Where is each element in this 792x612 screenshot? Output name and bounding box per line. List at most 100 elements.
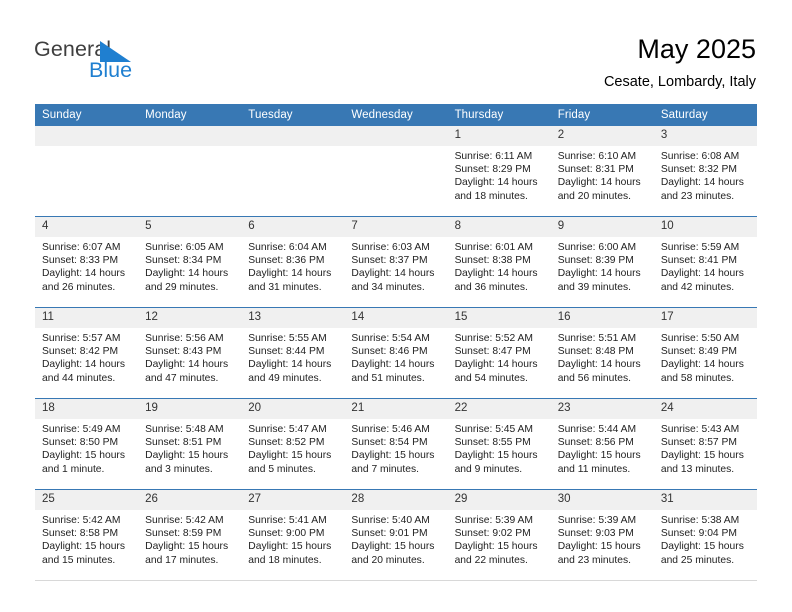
- sunset-time: Sunset: 8:33 PM: [42, 255, 119, 267]
- calendar-day-cell[interactable]: 13 Sunrise: 5:55 AM Sunset: 8:44 PM Dayligh…: [241, 307, 345, 399]
- day-sun-details: Sunrise: 5:54 AM Sunset: 8:46 PM Daylight:…: [344, 328, 447, 385]
- calendar-day-cell[interactable]: 5 Sunrise: 6:05 AM Sunset: 8:34 PM Daylight…: [138, 216, 242, 308]
- day-sun-details: Sunrise: 5:59 AM Sunset: 8:41 PM Daylight:…: [654, 237, 757, 294]
- daylight-duration-line1: Daylight: 14 hours: [145, 268, 229, 280]
- daylight-duration-line2: and 39 minutes.: [557, 281, 631, 293]
- daylight-duration-line1: Daylight: 14 hours: [557, 268, 641, 280]
- day-sun-details: Sunrise: 6:01 AM Sunset: 8:38 PM Daylight:…: [448, 237, 551, 294]
- sunset-time: Sunset: 8:44 PM: [248, 346, 325, 358]
- day-number: 6: [241, 217, 345, 237]
- calendar-day-cell[interactable]: 1 Sunrise: 6:11 AM Sunset: 8:29 PM Daylight…: [447, 126, 551, 217]
- calendar-day-cell[interactable]: 7 Sunrise: 6:03 AM Sunset: 8:37 PM Daylight…: [344, 216, 448, 308]
- day-sun-details: Sunrise: 6:04 AM Sunset: 8:36 PM Daylight:…: [241, 237, 344, 294]
- calendar-day-cell[interactable]: 14 Sunrise: 5:54 AM Sunset: 8:46 PM Dayligh…: [344, 307, 448, 399]
- sunrise-time: Sunrise: 5:52 AM: [454, 333, 533, 344]
- daylight-duration-line2: and 13 minutes.: [660, 463, 735, 475]
- day-sun-details: Sunrise: 5:41 AM Sunset: 9:00 PM Daylight:…: [241, 510, 344, 567]
- daylight-duration-line2: and 44 minutes.: [42, 372, 116, 384]
- weekday-header-monday: Monday: [138, 104, 242, 126]
- calendar-day-cell[interactable]: 9 Sunrise: 6:00 AM Sunset: 8:39 PM Daylight…: [550, 216, 654, 308]
- logo-text-blue: Blue: [89, 58, 133, 82]
- calendar-day-cell[interactable]: 26 Sunrise: 5:42 AM Sunset: 8:59 PM Dayligh…: [138, 489, 242, 581]
- calendar-day-cell[interactable]: 11 Sunrise: 5:57 AM Sunset: 8:42 PM Dayligh…: [35, 307, 139, 399]
- calendar-day-cell[interactable]: 4 Sunrise: 6:07 AM Sunset: 8:33 PM Daylight…: [35, 216, 139, 308]
- day-cell-inner: 14 Sunrise: 5:54 AM Sunset: 8:46 PM Dayligh…: [344, 308, 448, 398]
- day-cell-inner: 19 Sunrise: 5:48 AM Sunset: 8:51 PM Dayligh…: [138, 399, 242, 489]
- day-number: 19: [138, 399, 242, 419]
- calendar-empty-cell: [344, 126, 448, 217]
- day-sun-details: Sunrise: 5:46 AM Sunset: 8:54 PM Daylight:…: [344, 419, 447, 476]
- calendar-day-cell[interactable]: 8 Sunrise: 6:01 AM Sunset: 8:38 PM Daylight…: [447, 216, 551, 308]
- calendar-day-cell[interactable]: 31 Sunrise: 5:38 AM Sunset: 9:04 PM Dayligh…: [653, 489, 757, 581]
- sunrise-time: Sunrise: 5:50 AM: [660, 333, 740, 344]
- calendar-day-cell[interactable]: 16 Sunrise: 5:51 AM Sunset: 8:48 PM Dayligh…: [550, 307, 654, 399]
- calendar-day-cell[interactable]: 30 Sunrise: 5:39 AM Sunset: 9:03 PM Dayligh…: [550, 489, 654, 581]
- daylight-duration-line2: and 9 minutes.: [454, 463, 523, 475]
- day-sun-details: Sunrise: 5:44 AM Sunset: 8:56 PM Daylight:…: [551, 419, 654, 476]
- calendar-week-row: 25 Sunrise: 5:42 AM Sunset: 8:58 PM Dayligh…: [35, 489, 757, 581]
- day-number: 1: [447, 126, 551, 146]
- daylight-duration-line1: Daylight: 14 hours: [557, 359, 641, 371]
- sunrise-time: Sunrise: 5:49 AM: [42, 424, 121, 435]
- calendar-day-cell[interactable]: 21 Sunrise: 5:46 AM Sunset: 8:54 PM Dayligh…: [344, 398, 448, 490]
- daylight-duration-line2: and 17 minutes.: [145, 554, 219, 566]
- daylight-duration-line1: Daylight: 14 hours: [42, 268, 125, 280]
- day-number: 9: [550, 217, 654, 237]
- general-blue-logo[interactable]: General Blue: [34, 36, 214, 88]
- day-cell-inner: 11 Sunrise: 5:57 AM Sunset: 8:42 PM Dayligh…: [35, 308, 139, 398]
- sunrise-time: Sunrise: 5:45 AM: [454, 424, 533, 435]
- month-calendar-table: Sunday Monday Tuesday Wednesday Thursday…: [35, 104, 757, 581]
- daylight-duration-line2: and 34 minutes.: [351, 281, 425, 293]
- daylight-duration-line2: and 3 minutes.: [145, 463, 213, 475]
- sunrise-time: Sunrise: 6:11 AM: [454, 151, 533, 162]
- calendar-day-cell[interactable]: 20 Sunrise: 5:47 AM Sunset: 8:52 PM Dayligh…: [241, 398, 345, 490]
- daylight-duration-line2: and 56 minutes.: [557, 372, 631, 384]
- daylight-duration-line1: Daylight: 14 hours: [42, 359, 125, 371]
- title-block: May 2025 Cesate, Lombardy, Italy: [604, 32, 756, 92]
- calendar-day-cell[interactable]: 6 Sunrise: 6:04 AM Sunset: 8:36 PM Daylight…: [241, 216, 345, 308]
- daylight-duration-line1: Daylight: 14 hours: [145, 359, 229, 371]
- calendar-day-cell[interactable]: 3 Sunrise: 6:08 AM Sunset: 8:32 PM Daylight…: [653, 126, 757, 217]
- day-number: 21: [344, 399, 448, 419]
- daylight-duration-line2: and 54 minutes.: [454, 372, 528, 384]
- sunset-time: Sunset: 8:46 PM: [351, 346, 428, 358]
- day-cell-inner: 10 Sunrise: 5:59 AM Sunset: 8:41 PM Dayligh…: [653, 217, 757, 307]
- calendar-day-cell[interactable]: 15 Sunrise: 5:52 AM Sunset: 8:47 PM Dayligh…: [447, 307, 551, 399]
- day-number: 8: [447, 217, 551, 237]
- calendar-day-cell[interactable]: 23 Sunrise: 5:44 AM Sunset: 8:56 PM Dayligh…: [550, 398, 654, 490]
- calendar-day-cell[interactable]: 2 Sunrise: 6:10 AM Sunset: 8:31 PM Daylight…: [550, 126, 654, 217]
- sunset-time: Sunset: 9:00 PM: [248, 528, 325, 540]
- day-number: [35, 126, 139, 146]
- calendar-day-cell[interactable]: 19 Sunrise: 5:48 AM Sunset: 8:51 PM Dayligh…: [138, 398, 242, 490]
- daylight-duration-line1: Daylight: 15 hours: [454, 541, 538, 553]
- sunset-time: Sunset: 8:34 PM: [145, 255, 222, 267]
- calendar-day-cell[interactable]: 27 Sunrise: 5:41 AM Sunset: 9:00 PM Dayligh…: [241, 489, 345, 581]
- day-sun-details: Sunrise: 5:56 AM Sunset: 8:43 PM Daylight:…: [138, 328, 241, 385]
- sunrise-time: Sunrise: 5:44 AM: [557, 424, 637, 435]
- calendar-day-cell[interactable]: 25 Sunrise: 5:42 AM Sunset: 8:58 PM Dayligh…: [35, 489, 139, 581]
- sunrise-time: Sunrise: 5:57 AM: [42, 333, 121, 344]
- daylight-duration-line1: Daylight: 15 hours: [454, 450, 538, 462]
- calendar-day-cell[interactable]: 28 Sunrise: 5:40 AM Sunset: 9:01 PM Dayligh…: [344, 489, 448, 581]
- calendar-day-cell[interactable]: 29 Sunrise: 5:39 AM Sunset: 9:02 PM Dayligh…: [447, 489, 551, 581]
- day-cell-inner: 27 Sunrise: 5:41 AM Sunset: 9:00 PM Dayligh…: [241, 490, 345, 580]
- sunrise-time: Sunrise: 6:08 AM: [660, 151, 740, 162]
- calendar-week-row: 1 Sunrise: 6:11 AM Sunset: 8:29 PM Daylight…: [35, 126, 757, 217]
- daylight-duration-line2: and 42 minutes.: [660, 281, 735, 293]
- calendar-day-cell[interactable]: 17 Sunrise: 5:50 AM Sunset: 8:49 PM Dayligh…: [653, 307, 757, 399]
- day-cell-inner: 1 Sunrise: 6:11 AM Sunset: 8:29 PM Daylight…: [447, 126, 551, 216]
- calendar-day-cell[interactable]: 10 Sunrise: 5:59 AM Sunset: 8:41 PM Dayligh…: [653, 216, 757, 308]
- day-number: 18: [35, 399, 139, 419]
- sunrise-time: Sunrise: 6:01 AM: [454, 242, 533, 253]
- sunrise-time: Sunrise: 5:46 AM: [351, 424, 430, 435]
- sunset-time: Sunset: 9:03 PM: [557, 528, 634, 540]
- day-number: 13: [241, 308, 345, 328]
- calendar-day-cell[interactable]: 12 Sunrise: 5:56 AM Sunset: 8:43 PM Dayligh…: [138, 307, 242, 399]
- calendar-day-cell[interactable]: 24 Sunrise: 5:43 AM Sunset: 8:57 PM Dayligh…: [653, 398, 757, 490]
- calendar-day-cell[interactable]: 18 Sunrise: 5:49 AM Sunset: 8:50 PM Dayligh…: [35, 398, 139, 490]
- day-cell-inner: 26 Sunrise: 5:42 AM Sunset: 8:59 PM Dayligh…: [138, 490, 242, 580]
- daylight-duration-line2: and 23 minutes.: [557, 554, 631, 566]
- sunrise-time: Sunrise: 6:04 AM: [248, 242, 327, 253]
- calendar-day-cell[interactable]: 22 Sunrise: 5:45 AM Sunset: 8:55 PM Dayligh…: [447, 398, 551, 490]
- day-cell-inner: 28 Sunrise: 5:40 AM Sunset: 9:01 PM Dayligh…: [344, 490, 448, 580]
